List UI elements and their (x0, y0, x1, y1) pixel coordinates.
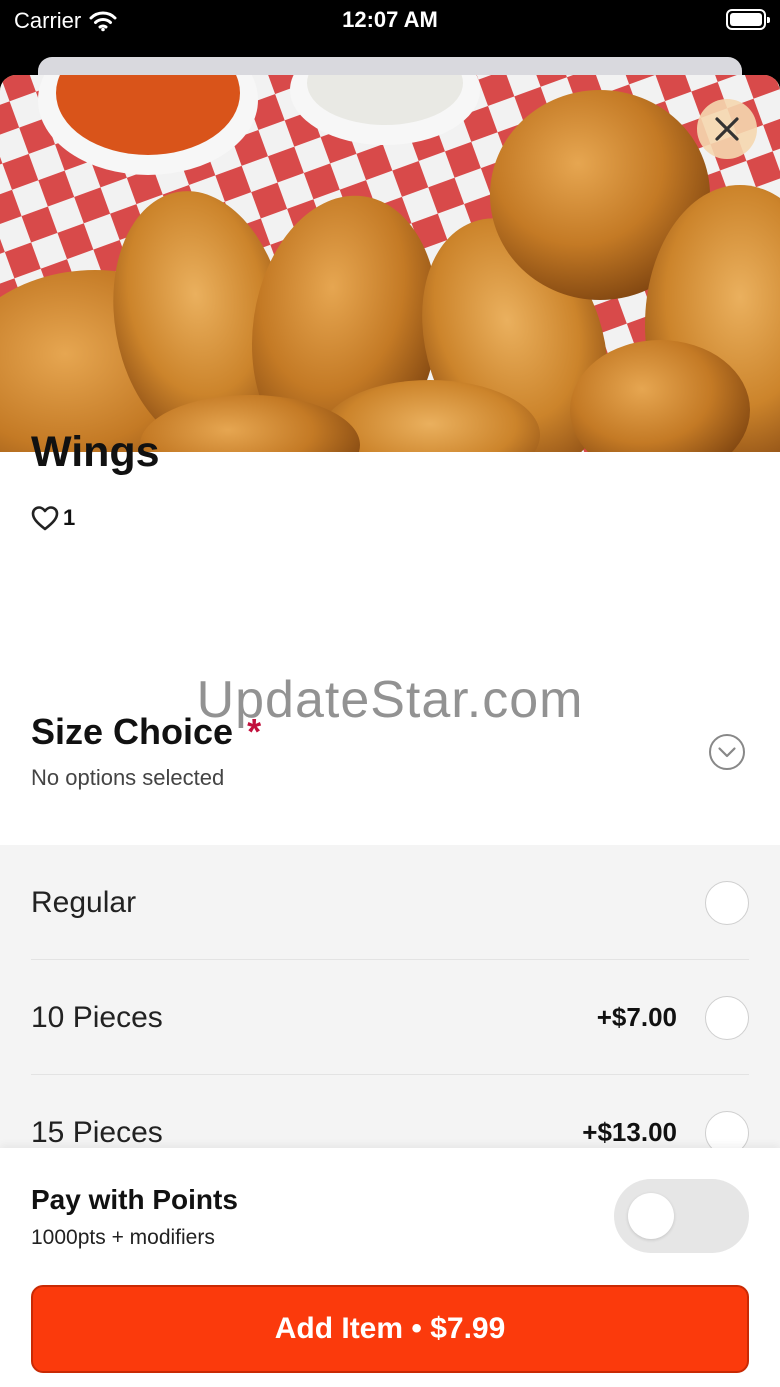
footer-bar: Pay with Points 1000pts + modifiers Add … (0, 1148, 780, 1387)
option-radio[interactable] (705, 880, 749, 925)
pay-with-points-toggle[interactable] (614, 1179, 749, 1253)
close-icon (715, 117, 739, 141)
section-title: Size Choice * (31, 711, 261, 753)
size-choice-subtitle: No options selected (31, 765, 225, 790)
status-bar: Carrier 12:07 AM (0, 0, 780, 60)
option-label: Regular (31, 885, 137, 919)
size-options-list: Regular 10 Pieces +$7.00 15 Pieces +$13.… (0, 845, 780, 1155)
add-item-button[interactable]: Add Item • $7.99 (31, 1285, 749, 1373)
size-choice-header[interactable]: Size Choice * No options selected (0, 695, 780, 845)
option-price: +$13.00 (582, 1117, 677, 1147)
toggle-knob (628, 1193, 674, 1239)
pay-with-points-title: Pay with Points (31, 1184, 238, 1215)
option-row[interactable]: 10 Pieces +$7.00 (31, 960, 749, 1075)
option-radio[interactable] (705, 995, 749, 1040)
pay-with-points-subtitle: 1000pts + modifiers (31, 1226, 215, 1249)
status-time: 12:07 AM (342, 7, 438, 32)
size-choice-title: Size Choice (31, 711, 234, 752)
close-button[interactable] (697, 99, 757, 159)
like-count-value: 1 (63, 505, 76, 530)
battery-icon (726, 9, 770, 30)
option-label: 10 Pieces (31, 1000, 163, 1034)
item-image (0, 75, 780, 452)
item-detail-sheet: Wings 1 UpdateStar.com Size Choice * No o… (0, 75, 780, 1387)
option-price: +$7.00 (596, 1002, 677, 1032)
required-mark: * (247, 711, 262, 752)
heart-icon (31, 506, 59, 531)
option-label: 15 Pieces (31, 1115, 163, 1149)
like-count[interactable]: 1 (31, 505, 75, 531)
item-title: Wings (31, 428, 160, 476)
chevron-down-icon[interactable] (708, 733, 746, 771)
option-row[interactable]: Regular (31, 845, 749, 960)
